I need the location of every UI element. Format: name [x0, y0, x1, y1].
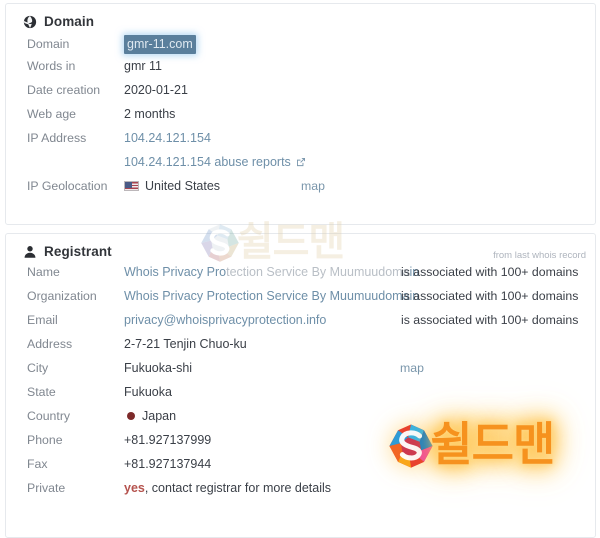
- assoc-note-organization: is associated with 100+ domains: [401, 289, 579, 303]
- label-web-age: Web age: [27, 107, 76, 121]
- row-domain: Domain gmr-11.com: [6, 35, 595, 59]
- registrant-name-part-a: Whois Privacy Pro: [124, 265, 227, 279]
- link-abuse-reports[interactable]: 104.24.121.154 abuse reports: [124, 155, 306, 169]
- value-private: yes, contact registrar for more details: [124, 481, 331, 495]
- label-organization: Organization: [27, 289, 97, 303]
- link-registrant-name[interactable]: Whois Privacy Protection Service By Muum…: [124, 265, 419, 279]
- registrant-name-part-faded: tection Service By Muumuudoma: [226, 265, 410, 279]
- row-address: Address 2-7-21 Tenjin Chuo-ku: [6, 337, 595, 361]
- value-ip-geolocation-text: United States: [145, 179, 221, 193]
- label-domain: Domain: [27, 37, 70, 51]
- value-private-suffix: , contact registrar for more details: [144, 481, 332, 495]
- row-abuse-reports: 104.24.121.154 abuse reports: [6, 155, 595, 179]
- row-country: Country Japan: [6, 409, 595, 433]
- user-icon: [23, 245, 37, 259]
- link-registrant-email[interactable]: privacy@whoisprivacyprotection.info: [124, 313, 326, 327]
- value-country-text: Japan: [142, 409, 177, 423]
- label-country: Country: [27, 409, 71, 423]
- registrant-card-note: from last whois record: [493, 250, 586, 261]
- row-email: Email privacy@whoisprivacyprotection.inf…: [6, 313, 595, 337]
- row-date-creation: Date creation 2020-01-21: [6, 83, 595, 107]
- row-phone: Phone +81.927137999: [6, 433, 595, 457]
- label-ip-geolocation: IP Geolocation: [27, 179, 108, 193]
- row-ip-geolocation: IP Geolocation United States map: [6, 179, 595, 203]
- row-words-in: Words in gmr 11: [6, 59, 595, 83]
- row-organization: Organization Whois Privacy Protection Se…: [6, 289, 595, 313]
- domain-card-title: Domain: [44, 14, 95, 29]
- value-date-creation: 2020-01-21: [124, 83, 188, 97]
- row-state: State Fukuoka: [6, 385, 595, 409]
- registrant-card: Registrant from last whois record Name W…: [5, 233, 596, 538]
- value-words-in: gmr 11: [124, 59, 162, 73]
- label-address: Address: [27, 337, 73, 351]
- link-ip-address[interactable]: 104.24.121.154: [124, 131, 211, 145]
- label-words-in: Words in: [27, 59, 76, 73]
- link-abuse-reports-text: 104.24.121.154 abuse reports: [124, 155, 291, 169]
- row-web-age: Web age 2 months: [6, 107, 595, 131]
- domain-card-header: Domain: [6, 4, 595, 29]
- label-ip-address: IP Address: [27, 131, 87, 145]
- label-name: Name: [27, 265, 60, 279]
- map-link-city[interactable]: map: [400, 361, 424, 375]
- jp-flag-icon: [127, 412, 135, 420]
- value-phone: +81.927137999: [124, 433, 212, 447]
- row-fax: Fax +81.927137944: [6, 457, 595, 481]
- label-city: City: [27, 361, 49, 375]
- registrant-rows: Name Whois Privacy Protection Service By…: [6, 256, 595, 505]
- value-city: Fukuoka-shi: [124, 361, 193, 375]
- label-private: Private: [27, 481, 66, 495]
- label-date-creation: Date creation: [27, 83, 101, 97]
- map-link-geolocation[interactable]: map: [301, 179, 325, 193]
- label-fax: Fax: [27, 457, 48, 471]
- value-web-age: 2 months: [124, 107, 176, 121]
- row-private: Private yes, contact registrar for more …: [6, 481, 595, 505]
- row-ip-address: IP Address 104.24.121.154: [6, 131, 595, 155]
- globe-icon: [23, 15, 37, 29]
- link-registrant-organization[interactable]: Whois Privacy Protection Service By Muum…: [124, 289, 419, 303]
- domain-rows: Domain gmr-11.com Words in gmr 11 Date c…: [6, 26, 595, 203]
- external-link-icon: [296, 157, 306, 167]
- row-city: City Fukuoka-shi map: [6, 361, 595, 385]
- value-private-yes: yes: [124, 481, 145, 495]
- value-address: 2-7-21 Tenjin Chuo-ku: [124, 337, 247, 351]
- value-domain[interactable]: gmr-11.com: [124, 35, 196, 54]
- value-state: Fukuoka: [124, 385, 172, 399]
- label-phone: Phone: [27, 433, 63, 447]
- registrant-card-title: Registrant: [44, 244, 112, 259]
- value-fax: +81.927137944: [124, 457, 212, 471]
- assoc-note-name: is associated with 100+ domains: [401, 265, 579, 279]
- whois-report-page: Domain Domain gmr-11.com Words in gmr 11…: [0, 0, 600, 538]
- label-email: Email: [27, 313, 58, 327]
- value-country: Japan: [124, 409, 176, 423]
- domain-card: Domain Domain gmr-11.com Words in gmr 11…: [5, 3, 596, 225]
- label-state: State: [27, 385, 56, 399]
- registrant-card-header: Registrant from last whois record: [6, 234, 595, 261]
- us-flag-icon: [124, 181, 139, 191]
- value-ip-geolocation: United States: [124, 179, 220, 193]
- row-name: Name Whois Privacy Protection Service By…: [6, 265, 595, 289]
- assoc-note-email: is associated with 100+ domains: [401, 313, 579, 327]
